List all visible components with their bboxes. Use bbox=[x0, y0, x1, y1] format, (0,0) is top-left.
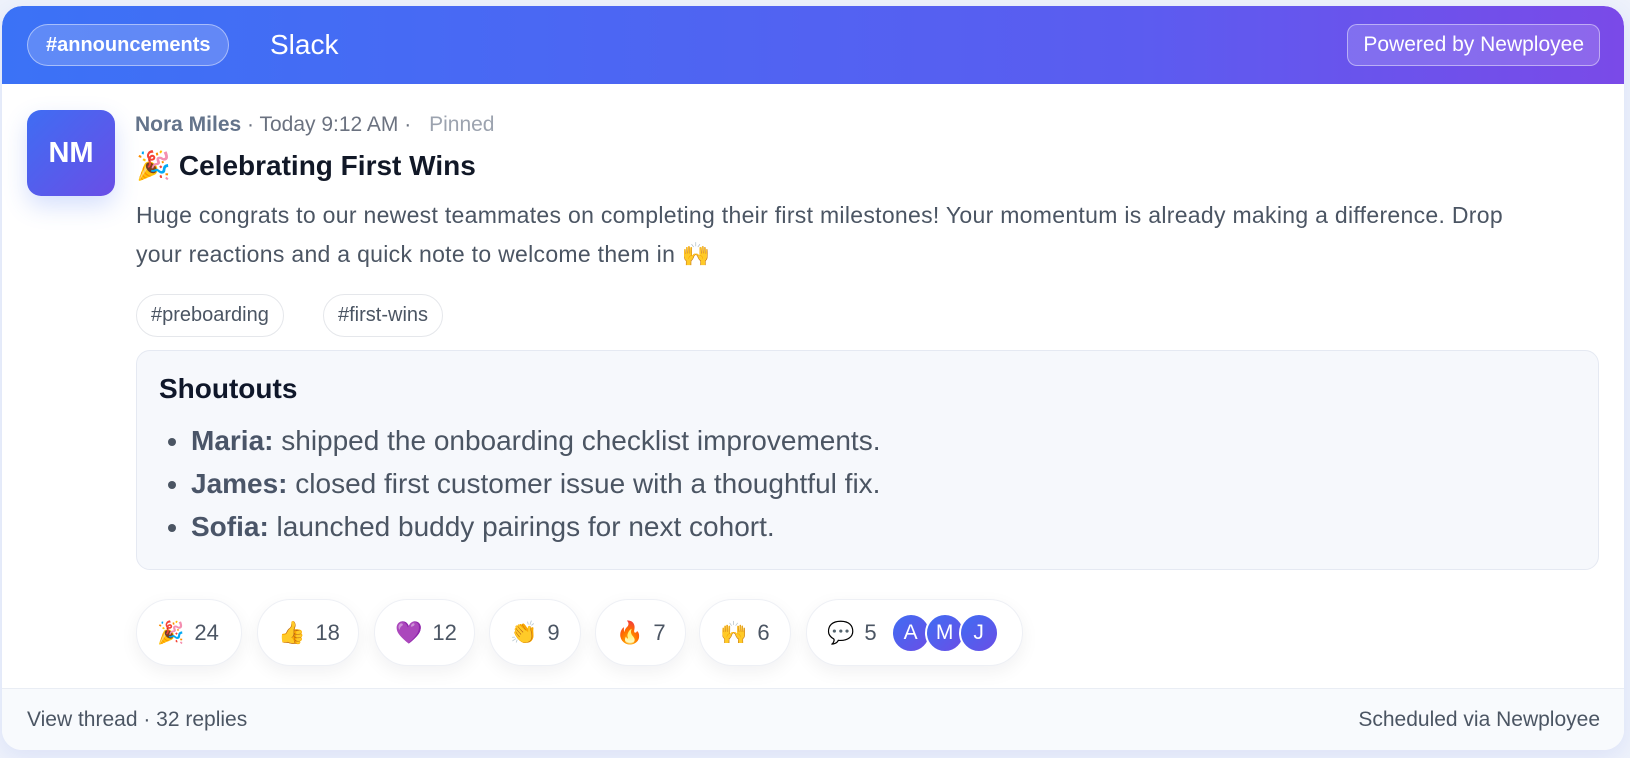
fire-icon: 🔥 bbox=[616, 619, 644, 645]
reaction-count: 18 bbox=[315, 619, 340, 645]
reaction-count: 24 bbox=[194, 619, 219, 645]
shoutouts-panel: Shoutouts Maria: shipped the onboarding … bbox=[136, 350, 1599, 570]
app-name: Slack bbox=[270, 29, 339, 60]
shoutout-text: shipped the onboarding checklist improve… bbox=[273, 425, 881, 456]
clapping-hands-icon: 👏 bbox=[510, 619, 538, 645]
pinned-label: Pinned bbox=[429, 113, 495, 136]
thumbs-up-icon: 👍 bbox=[278, 619, 306, 645]
raising-hands-icon: 🙌 bbox=[720, 619, 748, 645]
reply-avatars: A M J bbox=[890, 612, 999, 653]
reaction-purple-heart[interactable]: 💜 12 bbox=[374, 599, 475, 666]
reaction-count: 12 bbox=[432, 619, 457, 645]
reaction-raising-hands[interactable]: 🙌 6 bbox=[699, 599, 791, 666]
shoutout-name: James: bbox=[191, 468, 288, 499]
reaction-fire[interactable]: 🔥 7 bbox=[595, 599, 686, 666]
reaction-thumbs-up[interactable]: 👍 18 bbox=[257, 599, 359, 666]
timestamp: · Today 9:12 AM · bbox=[247, 113, 412, 136]
shoutouts-list: Maria: shipped the onboarding checklist … bbox=[159, 419, 880, 548]
reaction-count: 9 bbox=[547, 619, 560, 645]
author-name[interactable]: Nora Miles bbox=[135, 113, 241, 136]
reaction-count: 6 bbox=[757, 619, 770, 645]
party-popper-icon: 🎉 bbox=[157, 619, 185, 645]
list-item: Maria: shipped the onboarding checklist … bbox=[159, 419, 880, 462]
shoutout-name: Maria: bbox=[191, 425, 274, 456]
channel-badge[interactable]: #announcements bbox=[27, 24, 230, 66]
list-item: James: closed first customer issue with … bbox=[159, 462, 880, 505]
message-footer: View thread · 32 replies Scheduled via N… bbox=[2, 688, 1624, 750]
reaction-replies[interactable]: 💬 5 A M J bbox=[806, 599, 1023, 666]
reaction-party-popper[interactable]: 🎉 24 bbox=[136, 599, 242, 666]
avatar[interactable]: J bbox=[958, 612, 999, 653]
shoutout-text: launched buddy pairings for next cohort. bbox=[268, 511, 775, 542]
message-title-text: Celebrating First Wins bbox=[178, 150, 476, 181]
list-item: Sofia: launched buddy pairings for next … bbox=[159, 505, 880, 548]
reaction-count: 7 bbox=[653, 619, 666, 645]
message-title: 🎉 Celebrating First Wins bbox=[136, 148, 476, 184]
reaction-count: 5 bbox=[864, 619, 877, 645]
message-meta: Nora Miles · Today 9:12 AM · Pinned bbox=[135, 112, 494, 138]
party-popper-icon: 🎉 bbox=[136, 150, 171, 181]
message-card: #announcements Slack Powered by Newploye… bbox=[2, 6, 1624, 750]
reaction-clapping-hands[interactable]: 👏 9 bbox=[489, 599, 581, 666]
purple-heart-icon: 💜 bbox=[395, 619, 423, 645]
shoutouts-title: Shoutouts bbox=[159, 373, 298, 404]
header-bar: #announcements Slack Powered by Newploye… bbox=[2, 6, 1624, 84]
scheduled-label: Scheduled via Newployee bbox=[1358, 708, 1600, 731]
shoutout-name: Sofia: bbox=[191, 511, 269, 542]
shoutout-text: closed first customer issue with a thoug… bbox=[287, 468, 881, 499]
author-avatar[interactable]: NM bbox=[27, 110, 115, 196]
tag-preboarding[interactable]: #preboarding bbox=[136, 294, 284, 337]
message-body: Huge congrats to our newest teammates on… bbox=[136, 202, 1503, 267]
tag-first-wins[interactable]: #first-wins bbox=[323, 294, 444, 337]
speech-bubble-icon: 💬 bbox=[827, 619, 855, 645]
view-thread-link[interactable]: View thread · 32 replies bbox=[27, 708, 247, 732]
powered-by-badge[interactable]: Powered by Newployee bbox=[1347, 24, 1600, 66]
